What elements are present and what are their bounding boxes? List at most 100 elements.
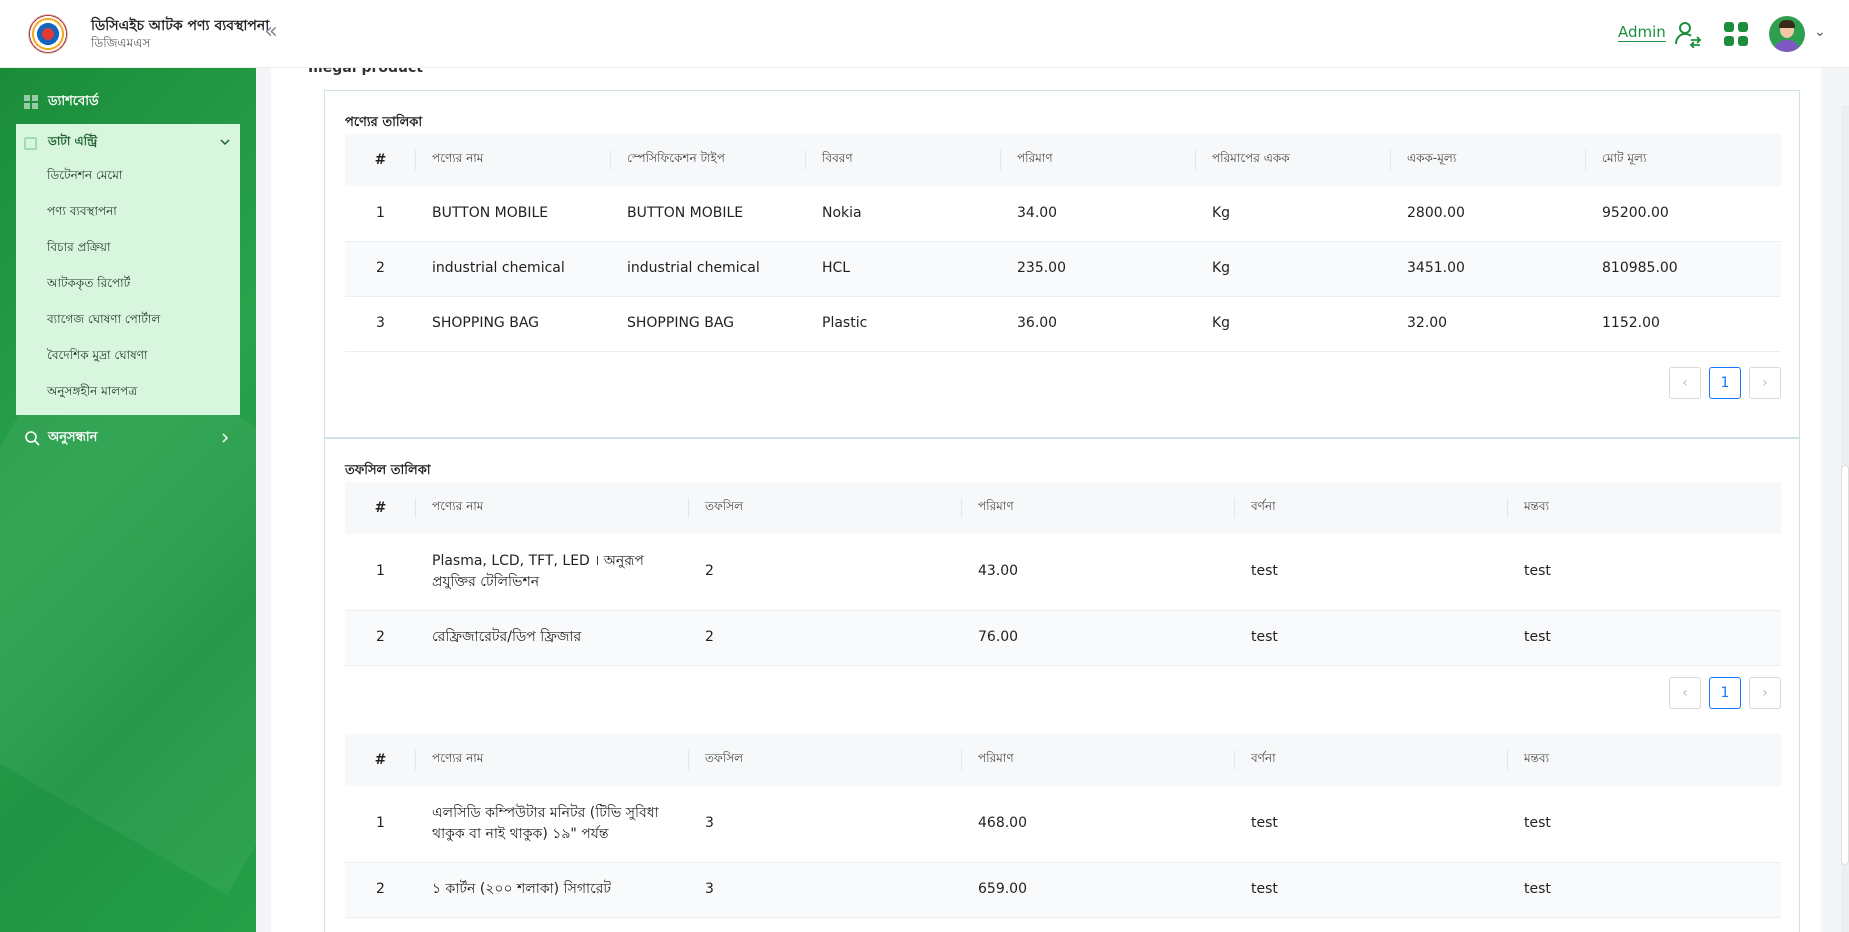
table-cell: industrial chemical: [611, 241, 806, 297]
table-cell: Kg: [1196, 241, 1391, 297]
prev-page-button[interactable]: ‹: [1669, 367, 1701, 399]
table-cell: 3: [345, 296, 416, 352]
table-cell: ১ কার্টন (২০০ শলাকা) সিগারেট: [416, 862, 689, 918]
sidebar-item-product-management[interactable]: পণ্য ব্যবস্থাপনা: [47, 203, 117, 223]
table-cell: 43.00: [962, 534, 1235, 611]
sidebar-item-unaccompanied-baggage[interactable]: অনুসঙ্গহীন মালপত্র: [47, 383, 137, 403]
data-entry-submenu: ডাটা এন্ট্রি ডিটেনশন মেমো পণ্য ব্যবস্থাপ…: [16, 124, 240, 415]
user-avatar[interactable]: [1769, 16, 1805, 52]
product-table-pagination: ‹ 1 ›: [1669, 367, 1781, 399]
table-cell: SHOPPING BAG: [611, 296, 806, 352]
table-row: 1 Plasma, LCD, TFT, LED । অনুরূপ প্রযুক্…: [345, 534, 1781, 611]
product-list-title: পণ্যের তালিকা: [345, 115, 423, 130]
column-header: তফসিল: [689, 482, 962, 534]
table-row: 2 industrial chemical industrial chemica…: [345, 241, 1781, 297]
table-cell: 659.00: [962, 862, 1235, 918]
prev-page-button[interactable]: ‹: [1669, 677, 1701, 709]
sidebar-item-currency-declaration[interactable]: বৈদেশিক মুদ্রা ঘোষণা: [47, 347, 147, 367]
table-cell: test: [1508, 610, 1781, 666]
table-cell: BUTTON MOBILE: [611, 186, 806, 242]
table-cell: SHOPPING BAG: [416, 296, 611, 352]
scrollbar-thumb[interactable]: [1841, 465, 1849, 865]
column-header: পরিমাণ: [962, 734, 1235, 786]
table-cell: 2: [689, 534, 962, 611]
table-cell: BUTTON MOBILE: [416, 186, 611, 242]
table-header-row: # পণ্যের নাম স্পেসিফিকেশন টাইপ বিবরণ পরি…: [345, 134, 1781, 186]
table-cell: 36.00: [1001, 296, 1196, 352]
table-cell: রেফ্রিজারেটর/ডিপ ফ্রিজার: [416, 610, 689, 666]
column-header: একক-মূল্য: [1391, 134, 1586, 186]
content-panel: Illegal product পণ্যের তালিকা # পণ্যের ন…: [271, 68, 1821, 932]
column-header: বর্ণনা: [1235, 734, 1508, 786]
table-cell: 2800.00: [1391, 186, 1586, 242]
table-row: 2 রেফ্রিজারেটর/ডিপ ফ্রিজার 2 76.00 test …: [345, 610, 1781, 666]
product-list-card: পণ্যের তালিকা # পণ্যের নাম স্পেসিফিকেশন …: [324, 90, 1800, 438]
table-cell: Kg: [1196, 296, 1391, 352]
column-header: #: [345, 482, 416, 534]
chevron-down-icon[interactable]: ⌄: [1814, 24, 1826, 40]
page-1-button[interactable]: 1: [1709, 367, 1741, 399]
table-row: 1 এলসিডি কম্পিউটার মনিটর (টিভি সুবিধা থা…: [345, 786, 1781, 863]
sidebar-item-baggage-portal[interactable]: ব্যাগেজ ঘোষণা পোর্টাল: [47, 311, 160, 331]
table-cell: 32.00: [1391, 296, 1586, 352]
table-cell: Plastic: [806, 296, 1001, 352]
column-header: মোট মূল্য: [1586, 134, 1781, 186]
page-1-button[interactable]: 1: [1709, 677, 1741, 709]
table-cell: Plasma, LCD, TFT, LED । অনুরূপ প্রযুক্তি…: [416, 534, 689, 611]
table-cell: 76.00: [962, 610, 1235, 666]
table-cell: 2: [345, 610, 416, 666]
next-page-button[interactable]: ›: [1749, 677, 1781, 709]
sidebar-item-data-entry[interactable]: ডাটা এন্ট্রি: [24, 133, 232, 153]
table-cell: Nokia: [806, 186, 1001, 242]
sidebar-item-search[interactable]: অনুসন্ধান: [24, 428, 232, 448]
table-cell: 810985.00: [1586, 241, 1781, 297]
sidebar-item-detention-memo[interactable]: ডিটেনশন মেমো: [47, 167, 122, 187]
column-header: পরিমাপের একক: [1196, 134, 1391, 186]
table-cell: 3451.00: [1391, 241, 1586, 297]
table-cell: test: [1235, 862, 1508, 918]
column-header: বিবরণ: [806, 134, 1001, 186]
column-header: পণ্যের নাম: [416, 482, 689, 534]
sidebar-item-judicial-process[interactable]: বিচার প্রক্রিয়া: [47, 239, 110, 259]
table-cell: HCL: [806, 241, 1001, 297]
table-row: 2 ১ কার্টন (২০০ শলাকা) সিগারেট 3 659.00 …: [345, 862, 1781, 918]
column-header: #: [345, 134, 416, 186]
table-cell: test: [1508, 862, 1781, 918]
table-cell: 3: [689, 786, 962, 863]
dashboard-icon: [24, 95, 38, 109]
product-table: # পণ্যের নাম স্পেসিফিকেশন টাইপ বিবরণ পরি…: [345, 134, 1781, 352]
main-content: Illegal product পণ্যের তালিকা # পণ্যের ন…: [256, 68, 1849, 932]
page-scrollbar[interactable]: [1841, 105, 1849, 932]
table-cell: 1: [345, 534, 416, 611]
table-cell: test: [1235, 534, 1508, 611]
admin-role-link[interactable]: Admin: [1618, 23, 1666, 42]
table-cell: 3: [689, 862, 962, 918]
column-header: তফসিল: [689, 734, 962, 786]
collapse-sidebar-button[interactable]: «: [258, 20, 284, 46]
sidebar-item-seizure-report[interactable]: আটককৃত রিপোর্ট: [47, 275, 130, 295]
column-header: বর্ণনা: [1235, 482, 1508, 534]
section-title: Illegal product: [308, 68, 423, 76]
table-cell: 2: [345, 241, 416, 297]
table-cell: 235.00: [1001, 241, 1196, 297]
column-header: স্পেসিফিকেশন টাইপ: [611, 134, 806, 186]
sidebar-item-label: ড্যাশবোর্ড: [48, 93, 99, 109]
detail-list-title: তফসিল তালিকা: [345, 463, 431, 478]
column-header: পরিমাণ: [1001, 134, 1196, 186]
data-entry-icon: [24, 136, 37, 150]
table-header-row: # পণ্যের নাম তফসিল পরিমাণ বর্ণনা মন্তব্য: [345, 482, 1781, 534]
sidebar-item-dashboard[interactable]: ড্যাশবোর্ড: [24, 92, 99, 112]
top-header: ডিসিএইচ আটক পণ্য ব্যবস্থাপনা ডিজিএমএস « …: [0, 0, 1849, 68]
table-cell: test: [1235, 610, 1508, 666]
table-cell: 34.00: [1001, 186, 1196, 242]
user-switch-icon[interactable]: [1674, 20, 1702, 48]
detail-list-card: তফসিল তালিকা # পণ্যের নাম তফসিল পরিমাণ ব…: [324, 438, 1800, 932]
table-cell: 1: [345, 786, 416, 863]
app-subtitle: ডিজিএমএস: [91, 36, 151, 50]
table-cell: industrial chemical: [416, 241, 611, 297]
next-page-button[interactable]: ›: [1749, 367, 1781, 399]
apps-grid-icon[interactable]: [1724, 22, 1748, 46]
table-row: 3 SHOPPING BAG SHOPPING BAG Plastic 36.0…: [345, 296, 1781, 352]
table-cell: এলসিডি কম্পিউটার মনিটর (টিভি সুবিধা থাকু…: [416, 786, 689, 863]
table-cell: 1152.00: [1586, 296, 1781, 352]
